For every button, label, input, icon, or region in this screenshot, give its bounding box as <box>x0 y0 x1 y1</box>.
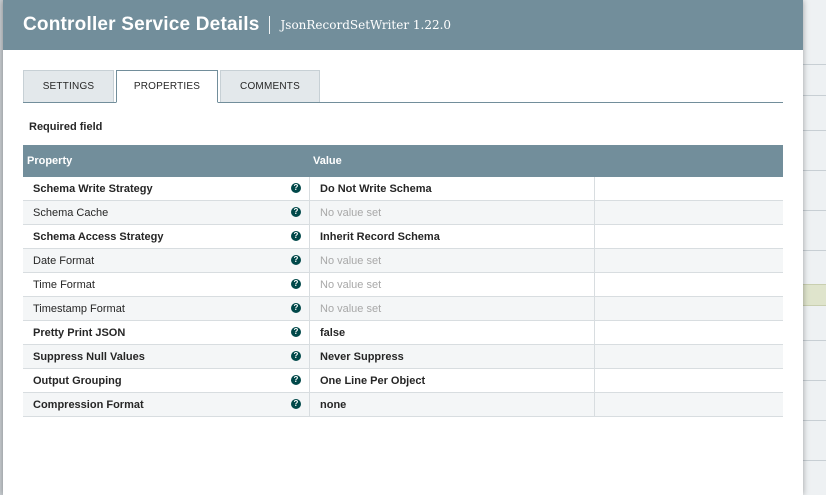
table-row[interactable]: Suppress Null Values? Never Suppress <box>23 345 783 369</box>
dialog-subtitle: JsonRecordSetWriter 1.22.0 <box>280 18 452 32</box>
table-row[interactable]: Compression Format? none <box>23 393 783 417</box>
background-divider <box>803 170 826 171</box>
controller-service-details-dialog: Controller Service Details JsonRecordSet… <box>3 0 803 495</box>
table-header: Property Value <box>23 145 783 177</box>
help-icon[interactable]: ? <box>291 375 301 385</box>
column-divider <box>594 393 595 416</box>
column-divider <box>309 225 310 248</box>
column-divider <box>594 297 595 320</box>
dialog-title: Controller Service Details <box>23 14 260 35</box>
column-divider <box>309 345 310 368</box>
background-divider <box>803 460 826 461</box>
background-divider <box>803 64 826 65</box>
property-value[interactable]: Never Suppress <box>320 351 404 363</box>
help-icon[interactable]: ? <box>291 255 301 265</box>
column-divider <box>309 369 310 392</box>
table-row[interactable]: Date Format? No value set <box>23 249 783 273</box>
column-divider <box>594 177 595 200</box>
background-divider <box>803 250 826 251</box>
column-divider <box>309 177 310 200</box>
header-separator <box>269 16 271 34</box>
property-value[interactable]: One Line Per Object <box>320 375 425 387</box>
table-row[interactable]: Schema Write Strategy? Do Not Write Schem… <box>23 177 783 201</box>
property-name: Schema Write Strategy <box>33 183 153 195</box>
column-divider <box>594 201 595 224</box>
column-divider <box>594 273 595 296</box>
property-name: Date Format <box>33 255 95 267</box>
property-value[interactable]: Do Not Write Schema <box>320 183 432 195</box>
column-divider <box>309 321 310 344</box>
column-divider <box>309 273 310 296</box>
background-divider <box>803 420 826 421</box>
table-body: Schema Write Strategy? Do Not Write Schem… <box>23 177 783 417</box>
background-divider <box>803 340 826 341</box>
property-value[interactable]: Inherit Record Schema <box>320 231 440 243</box>
property-value[interactable]: false <box>320 327 345 339</box>
help-icon[interactable]: ? <box>291 399 301 409</box>
background-divider <box>803 95 826 96</box>
tab-properties[interactable]: PROPERTIES <box>116 70 218 103</box>
property-name: Timestamp Format <box>33 303 125 315</box>
column-divider <box>594 345 595 368</box>
properties-table: Property Value Schema Write Strategy? Do … <box>23 145 783 417</box>
property-value[interactable]: No value set <box>320 207 381 219</box>
column-header-property[interactable]: Property <box>27 155 72 167</box>
tab-bar: SETTINGS PROPERTIES COMMENTS <box>23 70 783 103</box>
help-icon[interactable]: ? <box>291 327 301 337</box>
column-divider <box>309 201 310 224</box>
table-row[interactable]: Schema Cache? No value set <box>23 201 783 225</box>
column-divider <box>309 249 310 272</box>
help-icon[interactable]: ? <box>291 183 301 193</box>
table-row[interactable]: Output Grouping? One Line Per Object <box>23 369 783 393</box>
table-row[interactable]: Schema Access Strategy? Inherit Record Sc… <box>23 225 783 249</box>
column-divider <box>309 297 310 320</box>
property-name: Output Grouping <box>33 375 122 387</box>
property-name: Compression Format <box>33 399 144 411</box>
help-icon[interactable]: ? <box>291 231 301 241</box>
help-icon[interactable]: ? <box>291 351 301 361</box>
table-row[interactable]: Timestamp Format? No value set <box>23 297 783 321</box>
column-divider <box>594 321 595 344</box>
column-divider <box>309 393 310 416</box>
property-name: Schema Cache <box>33 207 109 219</box>
help-icon[interactable]: ? <box>291 207 301 217</box>
tab-settings[interactable]: SETTINGS <box>23 70 114 102</box>
tab-comments[interactable]: COMMENTS <box>220 70 320 102</box>
help-icon[interactable]: ? <box>291 279 301 289</box>
property-value[interactable]: No value set <box>320 255 381 267</box>
background-divider <box>803 130 826 131</box>
background-highlight-row <box>803 284 826 306</box>
background-page-right <box>803 0 826 495</box>
table-row[interactable]: Pretty Print JSON? false <box>23 321 783 345</box>
dialog-header: Controller Service Details JsonRecordSet… <box>3 0 803 50</box>
property-name: Suppress Null Values <box>33 351 145 363</box>
background-divider <box>803 380 826 381</box>
background-divider <box>803 210 826 211</box>
property-value[interactable]: none <box>320 399 346 411</box>
column-divider <box>594 249 595 272</box>
required-field-label: Required field <box>29 121 103 133</box>
property-name: Pretty Print JSON <box>33 327 126 339</box>
column-divider <box>594 225 595 248</box>
column-divider <box>594 369 595 392</box>
property-name: Schema Access Strategy <box>33 231 164 243</box>
property-name: Time Format <box>33 279 95 291</box>
help-icon[interactable]: ? <box>291 303 301 313</box>
property-value[interactable]: No value set <box>320 303 381 315</box>
property-value[interactable]: No value set <box>320 279 381 291</box>
table-row[interactable]: Time Format? No value set <box>23 273 783 297</box>
column-header-value[interactable]: Value <box>313 155 342 167</box>
